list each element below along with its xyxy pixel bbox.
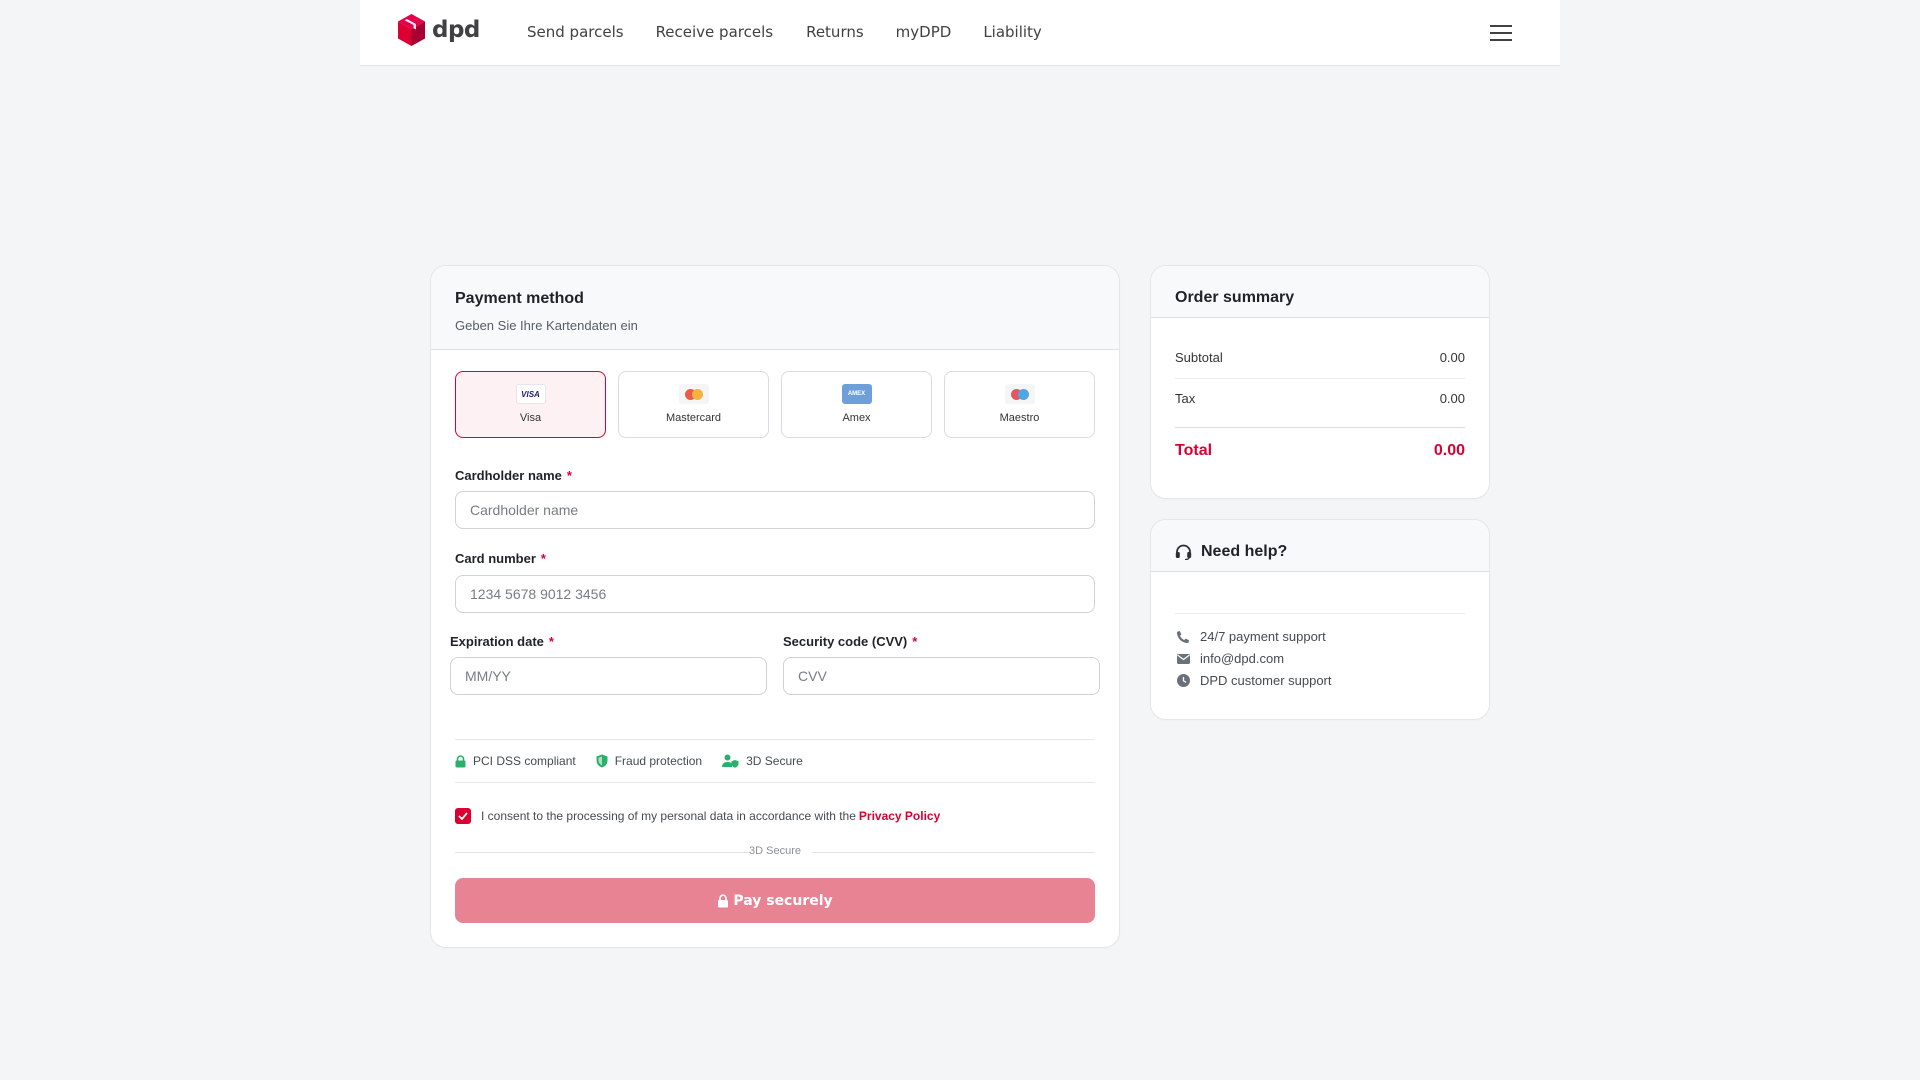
consent-row: I consent to the processing of my person… — [455, 808, 940, 824]
consent-text: I consent to the processing of my person… — [481, 809, 856, 823]
payment-card-header: Payment method Geben Sie Ihre Kartendate… — [431, 266, 1119, 350]
method-visa[interactable]: VISA Visa — [455, 371, 606, 438]
method-label: Maestro — [999, 412, 1040, 424]
cardholder-label-text: Cardholder name — [455, 468, 562, 483]
card-number-label-text: Card number — [455, 551, 536, 566]
badge-3d-secure: 3D Secure — [722, 754, 803, 768]
cvv-label: Security code (CVV) * — [783, 634, 917, 649]
payment-title: Payment method — [455, 290, 584, 307]
mail-icon — [1175, 653, 1191, 664]
nav-liability[interactable]: Liability — [983, 23, 1042, 41]
headset-icon — [1175, 544, 1192, 560]
dpd-cube-icon — [398, 14, 425, 46]
total-value: 0.00 — [1433, 442, 1465, 459]
separator-line — [812, 852, 1095, 853]
help-item-label: DPD customer support — [1200, 673, 1332, 688]
nav-mydpd[interactable]: myDPD — [896, 23, 952, 41]
divider — [455, 782, 1095, 783]
badge-fraud: Fraud protection — [596, 754, 702, 768]
need-help-card: Need help? 24/7 payment support info@dpd… — [1150, 519, 1490, 720]
nav-returns[interactable]: Returns — [806, 23, 864, 41]
help-item-label: info@dpd.com — [1200, 651, 1285, 666]
maestro-logo-icon — [1004, 384, 1035, 404]
total-label: Total — [1175, 442, 1213, 459]
visa-logo-icon: VISA — [515, 384, 546, 404]
order-card-header: Order summary — [1151, 266, 1489, 318]
shield-icon — [596, 754, 608, 768]
method-label: Mastercard — [665, 412, 722, 424]
help-item-email[interactable]: info@dpd.com — [1175, 651, 1284, 666]
badge-label: 3D Secure — [746, 754, 803, 768]
help-card-header: Need help? — [1151, 520, 1489, 572]
payment-subtitle: Geben Sie Ihre Kartendaten ein — [455, 318, 638, 333]
card-number-label: Card number * — [455, 551, 546, 566]
required-mark: * — [540, 551, 546, 566]
pay-button-label: Pay securely — [733, 892, 833, 909]
nav-receive-parcels[interactable]: Receive parcels — [656, 23, 774, 41]
order-summary-card: Order summary Subtotal 0.00 Tax 0.00 Tot… — [1150, 265, 1490, 499]
card-number-input[interactable] — [455, 575, 1095, 613]
method-amex[interactable]: AMEX Amex — [781, 371, 932, 438]
expiration-label-text: Expiration date — [450, 634, 544, 649]
order-title: Order summary — [1175, 289, 1295, 306]
site-header: dpd Send parcels Receive parcels Returns… — [360, 0, 1560, 66]
cardholder-label: Cardholder name * — [455, 468, 572, 483]
tax-value: 0.00 — [1439, 391, 1465, 406]
row-divider — [1175, 613, 1465, 614]
subtotal-row: Subtotal 0.00 — [1175, 350, 1465, 365]
payment-method-card: Payment method Geben Sie Ihre Kartendate… — [430, 265, 1120, 948]
expiration-label: Expiration date * — [450, 634, 554, 649]
consent-checkbox[interactable] — [455, 808, 471, 824]
method-maestro[interactable]: Maestro — [944, 371, 1095, 438]
privacy-policy-link[interactable]: Privacy Policy — [859, 809, 940, 823]
secure-separator: 3D Secure — [455, 845, 1095, 859]
lock-icon — [718, 893, 729, 907]
lock-icon — [455, 754, 466, 767]
row-divider — [1175, 378, 1465, 379]
divider — [455, 739, 1095, 740]
cvv-input[interactable] — [783, 657, 1100, 695]
required-mark: * — [912, 634, 918, 649]
method-mastercard[interactable]: Mastercard — [618, 371, 769, 438]
badge-label: Fraud protection — [614, 754, 703, 768]
separator-label: 3D Secure — [749, 845, 801, 857]
mastercard-logo-icon — [678, 384, 709, 404]
subtotal-value: 0.00 — [1439, 350, 1465, 365]
security-badges: PCI DSS compliant Fraud protection 3D Se… — [455, 754, 823, 768]
help-item-label: 24/7 payment support — [1200, 629, 1326, 644]
pay-securely-button[interactable]: Pay securely — [455, 878, 1095, 923]
tax-row: Tax 0.00 — [1175, 391, 1465, 406]
required-mark: * — [548, 634, 554, 649]
expiration-date-input[interactable] — [450, 657, 767, 695]
brand-logo[interactable]: dpd — [398, 14, 480, 46]
required-mark: * — [566, 468, 572, 483]
hamburger-menu-icon[interactable] — [1490, 25, 1512, 43]
user-shield-icon — [722, 754, 739, 768]
help-item-phone[interactable]: 24/7 payment support — [1175, 629, 1326, 644]
main-nav: Send parcels Receive parcels Returns myD… — [527, 23, 1074, 41]
subtotal-label: Subtotal — [1175, 350, 1223, 365]
cvv-label-text: Security code (CVV) — [783, 634, 908, 649]
nav-send-parcels[interactable]: Send parcels — [527, 23, 624, 41]
brand-name: dpd — [432, 17, 480, 43]
payment-method-options: VISA Visa Mastercard AMEX Amex Maestro — [455, 371, 1107, 438]
amex-logo-icon: AMEX — [841, 384, 872, 404]
cardholder-name-input[interactable] — [455, 491, 1095, 529]
clock-icon — [1175, 674, 1191, 687]
method-label: Amex — [842, 412, 871, 424]
total-row: Total 0.00 — [1175, 442, 1465, 460]
help-title: Need help? — [1201, 543, 1288, 560]
badge-pci: PCI DSS compliant — [455, 754, 576, 768]
help-item-support[interactable]: DPD customer support — [1175, 673, 1332, 688]
method-label: Visa — [519, 412, 542, 424]
badge-label: PCI DSS compliant — [473, 754, 576, 768]
phone-icon — [1175, 630, 1191, 643]
row-divider — [1175, 427, 1465, 428]
check-icon — [458, 812, 468, 820]
tax-label: Tax — [1175, 391, 1196, 406]
